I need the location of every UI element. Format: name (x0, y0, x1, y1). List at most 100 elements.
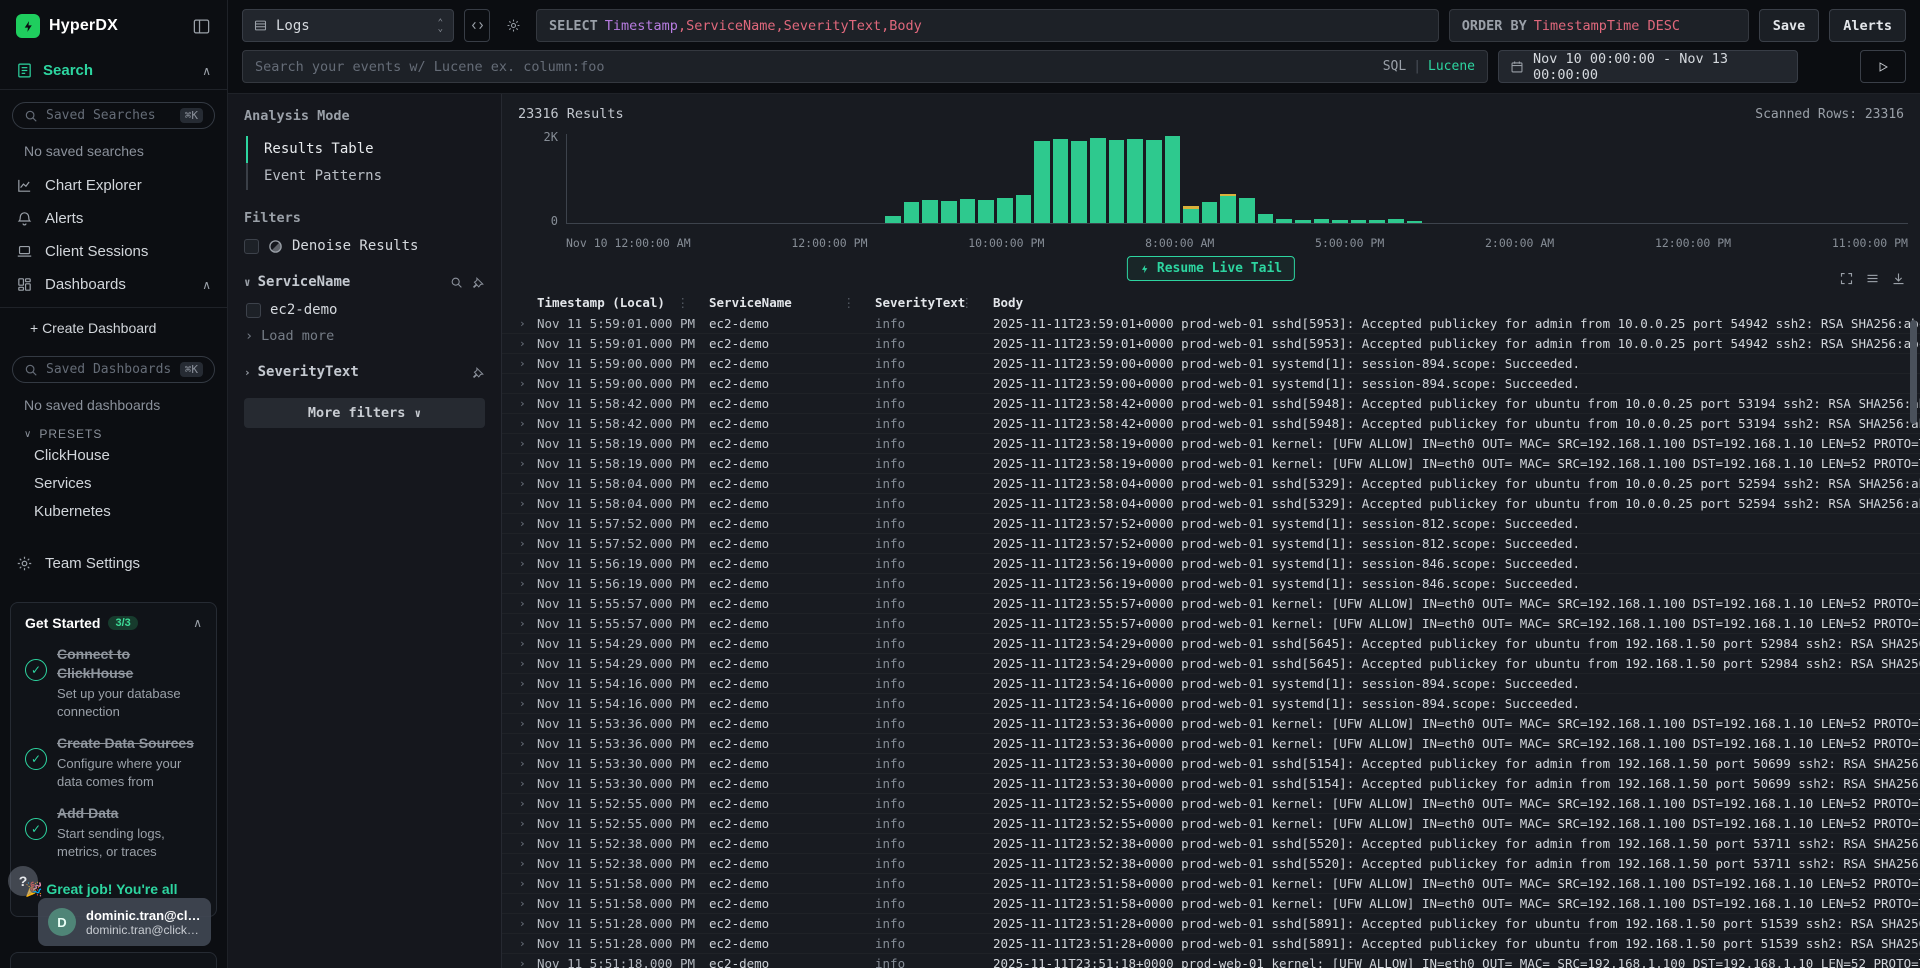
table-row[interactable]: ›Nov 11 5:59:01.000 PMec2-demoinfo2025-1… (502, 314, 1920, 334)
row-expand-chevron[interactable]: › (502, 374, 537, 393)
table-row[interactable]: ›Nov 11 5:55:57.000 PMec2-demoinfo2025-1… (502, 614, 1920, 634)
table-row[interactable]: ›Nov 11 5:59:00.000 PMec2-demoinfo2025-1… (502, 374, 1920, 394)
table-row[interactable]: ›Nov 11 5:58:04.000 PMec2-demoinfo2025-1… (502, 494, 1920, 514)
chevron-up-icon[interactable]: ∧ (202, 278, 211, 292)
histogram-plot-area[interactable] (566, 134, 1908, 224)
histogram-bar[interactable] (660, 134, 679, 223)
download-icon[interactable] (1891, 271, 1906, 286)
histogram-bar[interactable] (1424, 134, 1443, 223)
sidebar-item-search[interactable]: Search ∧ (0, 52, 227, 90)
histogram-bar[interactable] (1480, 134, 1499, 223)
histogram-bar[interactable] (1349, 134, 1368, 223)
row-expand-chevron[interactable]: › (502, 574, 537, 593)
denoise-checkbox[interactable] (244, 239, 259, 254)
histogram-bar[interactable] (1834, 134, 1853, 223)
histogram-bar[interactable] (1871, 134, 1890, 223)
row-expand-chevron[interactable]: › (502, 934, 537, 953)
alerts-button[interactable]: Alerts (1829, 9, 1906, 42)
table-row[interactable]: ›Nov 11 5:51:58.000 PMec2-demoinfo2025-1… (502, 874, 1920, 894)
histogram-bar[interactable] (1089, 134, 1108, 223)
lucene-mode-option[interactable]: Lucene (1428, 59, 1475, 74)
saved-dashboards-input[interactable]: ⌘K (12, 356, 215, 383)
histogram-bar[interactable] (1126, 134, 1145, 223)
histogram-bar[interactable] (1740, 134, 1759, 223)
histogram-bar[interactable] (1536, 134, 1555, 223)
row-expand-chevron[interactable]: › (502, 654, 537, 673)
sidebar-item-dashboards[interactable]: Dashboards ∧ (0, 268, 227, 301)
row-expand-chevron[interactable]: › (502, 694, 537, 713)
histogram-bar[interactable] (809, 134, 828, 223)
events-histogram[interactable]: 2K 0 Nov 10 12:00:00 AM12:00:00 PM10:00:… (518, 130, 1912, 250)
row-expand-chevron[interactable]: › (502, 714, 537, 733)
histogram-bar[interactable] (1610, 134, 1629, 223)
column-header-servicename[interactable]: ServiceName (697, 295, 863, 310)
order-by-input[interactable]: ORDER BY TimestampTime DESC (1449, 9, 1749, 42)
histogram-bar[interactable] (1368, 134, 1387, 223)
row-expand-chevron[interactable]: › (502, 514, 537, 533)
group-pin-icon[interactable] (472, 276, 485, 289)
tab-event-patterns[interactable]: Event Patterns (246, 163, 485, 190)
table-row[interactable]: ›Nov 11 5:53:30.000 PMec2-demoinfo2025-1… (502, 774, 1920, 794)
sidebar-item-client-sessions[interactable]: Client Sessions (0, 235, 227, 268)
row-expand-chevron[interactable]: › (502, 474, 537, 493)
histogram-bar[interactable] (1033, 134, 1052, 223)
sidebar-item-team-settings[interactable]: Team Settings (0, 547, 227, 580)
table-row[interactable]: ›Nov 11 5:51:28.000 PMec2-demoinfo2025-1… (502, 934, 1920, 954)
histogram-bar[interactable] (1014, 134, 1033, 223)
table-row[interactable]: ›Nov 11 5:59:00.000 PMec2-demoinfo2025-1… (502, 354, 1920, 374)
denoise-results-row[interactable]: Denoise Results (244, 238, 485, 254)
event-search-field[interactable] (255, 59, 1375, 75)
table-scrollbar[interactable] (1910, 320, 1917, 424)
row-expand-chevron[interactable]: › (502, 334, 537, 353)
histogram-bar[interactable] (921, 134, 940, 223)
histogram-bar[interactable] (1647, 134, 1666, 223)
save-button[interactable]: Save (1759, 9, 1820, 42)
histogram-bar[interactable] (623, 134, 642, 223)
get-started-step[interactable]: ✓ Add Data Start sending logs, metrics, … (25, 804, 202, 860)
row-expand-chevron[interactable]: › (502, 454, 537, 473)
histogram-bar[interactable] (1442, 134, 1461, 223)
row-expand-chevron[interactable]: › (502, 914, 537, 933)
row-expand-chevron[interactable]: › (502, 874, 537, 893)
histogram-bar[interactable] (1722, 134, 1741, 223)
histogram-bar[interactable] (1219, 134, 1238, 223)
histogram-bar[interactable] (604, 134, 623, 223)
histogram-bar[interactable] (1256, 134, 1275, 223)
sql-mode-option[interactable]: SQL (1383, 59, 1406, 74)
select-clause-input[interactable]: SELECT Timestamp,ServiceName,SeverityTex… (536, 9, 1439, 42)
table-row[interactable]: ›Nov 11 5:53:36.000 PMec2-demoinfo2025-1… (502, 714, 1920, 734)
table-row[interactable]: ›Nov 11 5:54:16.000 PMec2-demoinfo2025-1… (502, 694, 1920, 714)
histogram-bar[interactable] (995, 134, 1014, 223)
saved-searches-field[interactable] (46, 108, 172, 123)
ec2-demo-checkbox[interactable] (246, 303, 261, 318)
table-row[interactable]: ›Nov 11 5:52:55.000 PMec2-demoinfo2025-1… (502, 814, 1920, 834)
row-expand-chevron[interactable]: › (502, 954, 537, 968)
row-expand-chevron[interactable]: › (502, 894, 537, 913)
table-row[interactable]: ›Nov 11 5:51:58.000 PMec2-demoinfo2025-1… (502, 894, 1920, 914)
filter-group-severitytext[interactable]: › SeverityText (244, 364, 485, 380)
table-row[interactable]: ›Nov 11 5:58:04.000 PMec2-demoinfo2025-1… (502, 474, 1920, 494)
histogram-bar[interactable] (679, 134, 698, 223)
row-expand-chevron[interactable]: › (502, 494, 537, 513)
query-settings-gear-icon[interactable] (500, 9, 526, 42)
load-more-button[interactable]: › Load more (245, 328, 485, 344)
preset-kubernetes[interactable]: Kubernetes (0, 497, 227, 525)
run-query-play-button[interactable] (1860, 50, 1906, 83)
histogram-bar[interactable] (977, 134, 996, 223)
create-dashboard-button[interactable]: + Create Dashboard (0, 312, 227, 344)
histogram-bar[interactable] (735, 134, 754, 223)
histogram-bar[interactable] (1312, 134, 1331, 223)
group-pin-icon[interactable] (472, 366, 485, 379)
histogram-bar[interactable] (1666, 134, 1685, 223)
histogram-bar[interactable] (1498, 134, 1517, 223)
sidebar-item-alerts[interactable]: Alerts (0, 202, 227, 235)
histogram-bar[interactable] (1275, 134, 1294, 223)
row-expand-chevron[interactable]: › (502, 774, 537, 793)
table-row[interactable]: ›Nov 11 5:55:57.000 PMec2-demoinfo2025-1… (502, 594, 1920, 614)
histogram-bar[interactable] (1405, 134, 1424, 223)
row-expand-chevron[interactable]: › (502, 674, 537, 693)
date-range-picker[interactable]: Nov 10 00:00:00 - Nov 13 00:00:00 (1498, 50, 1798, 83)
table-row[interactable]: ›Nov 11 5:57:52.000 PMec2-demoinfo2025-1… (502, 514, 1920, 534)
sql-editor-toggle-button[interactable] (464, 9, 490, 42)
preset-clickhouse[interactable]: ClickHouse (0, 441, 227, 469)
